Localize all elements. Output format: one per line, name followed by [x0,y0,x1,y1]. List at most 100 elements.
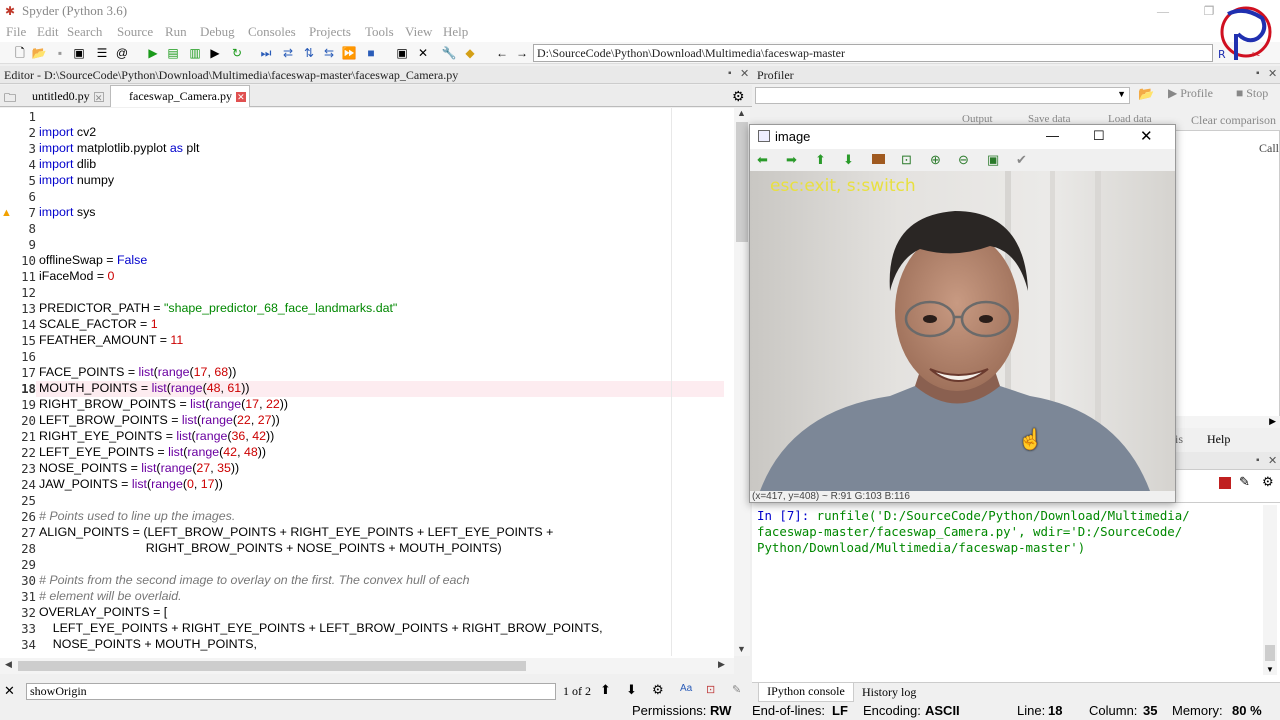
image-minimize-button[interactable]: — [1046,128,1059,143]
step-return-icon[interactable]: ⇆ [321,45,337,61]
clear-comparison-button[interactable]: Clear comparison [1191,113,1276,128]
minimize-button[interactable]: — [1140,0,1186,22]
forward-arrow-icon[interactable]: → [514,45,530,61]
zoom-in-icon[interactable]: ⊕ [930,152,941,168]
menu-help[interactable]: Help [443,24,468,40]
file-browse-icon[interactable]: 🗀 [4,89,16,110]
menu-projects[interactable]: Projects [309,24,351,40]
console-options-gear-icon[interactable]: ⚙ [1262,474,1274,490]
find-previous-icon[interactable]: ⬆ [600,682,611,698]
python-path-icon[interactable]: ◆ [462,45,478,61]
working-directory-input[interactable]: D:\SourceCode\Python\Download\Multimedia… [533,44,1213,62]
open-folder-icon[interactable]: 📂 [1138,86,1154,102]
zoom-fit-icon[interactable]: ⊡ [901,152,912,168]
code-line: import dlib [39,157,97,171]
undock-icon[interactable]: ▪ [1256,455,1260,466]
close-pane-icon[interactable]: ✕ [740,67,749,80]
menu-edit[interactable]: Edit [37,24,59,40]
camera-frame[interactable]: esc:exit, s:switch ☝ [750,171,1175,491]
menu-view[interactable]: View [405,24,432,40]
save-icon[interactable]: ▪ [52,45,68,61]
line-number: 9 [28,237,36,252]
step-into-icon[interactable]: ⇅ [301,45,317,61]
tab-faceswap-camera[interactable]: faceswap_Camera.py ✕ [110,85,250,107]
pan-right-icon[interactable]: ➡ [786,152,797,168]
tab-help[interactable]: Help [1207,432,1230,447]
code-line: NOSE_POINTS = list(range(27, 35)) [39,461,240,475]
regex-icon[interactable]: ✎ [732,683,741,696]
save-image-icon[interactable]: ▣ [987,152,999,168]
run-cell-advance-icon[interactable]: ▥ [187,45,203,61]
tab-ipython-console[interactable]: IPython console [758,683,854,702]
menu-search[interactable]: Search [67,24,102,40]
new-file-icon[interactable]: 🗋 [12,45,28,61]
line-number: 2 [28,125,36,140]
profile-button[interactable]: ▶ Profile [1168,86,1213,101]
save-all-icon[interactable]: ▣ [71,45,87,61]
tab-close-icon[interactable]: ✕ [235,92,246,103]
line-number: 29 [21,557,36,572]
properties-icon[interactable]: ✔ [1016,152,1027,168]
close-pane-icon[interactable]: ✕ [1268,454,1277,467]
clear-console-icon[interactable]: ✎ [1239,474,1250,490]
run-selection-icon[interactable]: ▶ [207,45,223,61]
menu-file[interactable]: File [6,24,26,40]
preferences-icon[interactable]: 🔧 [441,45,457,61]
stop-button[interactable]: ■ Stop [1236,86,1268,101]
image-close-button[interactable]: ✕ [1140,127,1153,145]
find-next-icon[interactable]: ⬇ [626,682,637,698]
code-line: import cv2 [39,125,97,139]
tab-untitled0[interactable]: untitled0.py ✕ [32,87,104,107]
menu-debug[interactable]: Debug [200,24,235,40]
whole-word-icon[interactable]: ⊡ [706,683,715,696]
image-maximize-button[interactable]: ☐ [1093,128,1105,144]
continue-icon[interactable]: ⏩ [341,45,357,61]
code-line: import sys [39,205,96,219]
undock-icon[interactable]: ▪ [1256,68,1260,79]
zoom-out-icon[interactable]: ⊖ [958,152,969,168]
image-window[interactable]: image — ☐ ✕ ⬅ ➡ ⬆ ⬇ ⊡ ⊕ ⊖ ▣ ✔ esc:exit, … [749,124,1176,503]
profiler-file-combo[interactable]: ▼ [755,87,1130,104]
menu-source[interactable]: Source [117,24,153,40]
menu-run[interactable]: Run [165,24,187,40]
code-line: FEATHER_AMOUNT = 11 [39,333,184,347]
pan-down-icon[interactable]: ⬇ [843,152,854,168]
open-file-icon[interactable]: 📂 [31,45,47,61]
tab-history-log[interactable]: History log [862,685,916,700]
case-sensitive-icon[interactable]: Aa [680,683,692,694]
run-icon[interactable]: ▶ [145,45,161,61]
rerun-icon[interactable]: ↻ [229,45,245,61]
close-find-icon[interactable]: ✕ [4,683,15,699]
menu-consoles[interactable]: Consoles [248,24,296,40]
back-arrow-icon[interactable]: ← [494,45,510,61]
find-options-gear-icon[interactable]: ⚙ [652,682,664,698]
menu-tools[interactable]: Tools [365,24,394,40]
overlay-hint-text: esc:exit, s:switch [770,176,916,196]
gear-icon[interactable]: ⚙ [732,88,745,105]
editor-tabs: 🗀 untitled0.py ✕ faceswap_Camera.py ✕ ⚙ [0,85,752,107]
run-cell-icon[interactable]: ▤ [165,45,181,61]
fullscreen-icon[interactable]: ✕ [415,45,431,61]
editor-vertical-scrollbar[interactable]: ▲ ▼ [734,108,750,656]
profiler-hscroll[interactable]: ▶ [1176,416,1280,428]
editor-horizontal-scrollbar[interactable]: ◀ ▶ [0,658,734,674]
zoom-original-icon[interactable] [872,154,885,164]
undock-icon[interactable]: ▪ [728,68,732,79]
code-line: # element will be overlaid. [39,589,182,603]
step-icon[interactable]: ⇄ [280,45,296,61]
console-scrollbar[interactable]: ▼ [1263,505,1277,675]
line-number: 22 [21,445,36,460]
stop-kernel-icon[interactable] [1219,477,1231,489]
stop-debug-icon[interactable]: ■ [363,45,379,61]
find-input[interactable]: showOrigin [26,683,556,700]
maximize-pane-icon[interactable]: ▣ [394,45,410,61]
code-line: FACE_POINTS = list(range(17, 68)) [39,365,237,379]
tab-close-icon[interactable]: ✕ [93,92,104,103]
tab-variable-explorer[interactable]: is [1175,432,1183,447]
pan-up-icon[interactable]: ⬆ [815,152,826,168]
debug-icon[interactable]: ⏭ [258,45,274,61]
email-icon[interactable]: @ [114,45,130,61]
close-pane-icon[interactable]: ✕ [1268,67,1277,80]
file-list-icon[interactable]: ☰ [94,45,110,61]
pan-left-icon[interactable]: ⬅ [757,152,768,168]
